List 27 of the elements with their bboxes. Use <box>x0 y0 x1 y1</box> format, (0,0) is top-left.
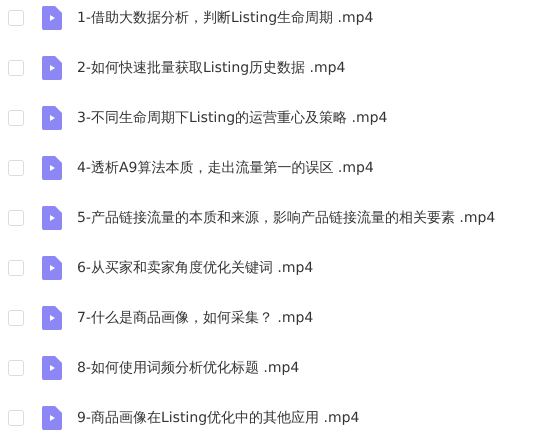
video-file-icon <box>42 306 62 330</box>
file-name[interactable]: 5-产品链接流量的本质和来源，影响产品链接流量的相关要素 .mp4 <box>77 209 496 227</box>
video-file-icon <box>42 56 62 80</box>
checkbox[interactable] <box>8 310 24 326</box>
video-file-icon <box>42 256 62 280</box>
video-file-icon <box>42 406 62 430</box>
file-name[interactable]: 2-如何快速批量获取Listing历史数据 .mp4 <box>77 59 346 77</box>
checkbox[interactable] <box>8 160 24 176</box>
file-name[interactable]: 6-从买家和卖家角度优化关键词 .mp4 <box>77 259 314 277</box>
video-file-icon <box>42 356 62 380</box>
video-file-icon <box>42 206 62 230</box>
file-name[interactable]: 4-透析A9算法本质，走出流量第一的误区 .mp4 <box>77 159 374 177</box>
checkbox[interactable] <box>8 10 24 26</box>
checkbox[interactable] <box>8 60 24 76</box>
video-file-icon <box>42 156 62 180</box>
file-name[interactable]: 7-什么是商品画像，如何采集？ .mp4 <box>77 309 314 327</box>
checkbox[interactable] <box>8 360 24 376</box>
checkbox[interactable] <box>8 260 24 276</box>
video-file-icon <box>42 6 62 30</box>
video-file-icon <box>42 106 62 130</box>
file-name[interactable]: 9-商品画像在Listing优化中的其他应用 .mp4 <box>77 409 360 427</box>
checkbox[interactable] <box>8 210 24 226</box>
file-name[interactable]: 8-如何使用词频分析优化标题 .mp4 <box>77 359 300 377</box>
checkbox[interactable] <box>8 110 24 126</box>
checkbox[interactable] <box>8 410 24 426</box>
file-name[interactable]: 1-借助大数据分析，判断Listing生命周期 .mp4 <box>77 9 374 27</box>
file-name[interactable]: 3-不同生命周期下Listing的运营重心及策略 .mp4 <box>77 109 388 127</box>
